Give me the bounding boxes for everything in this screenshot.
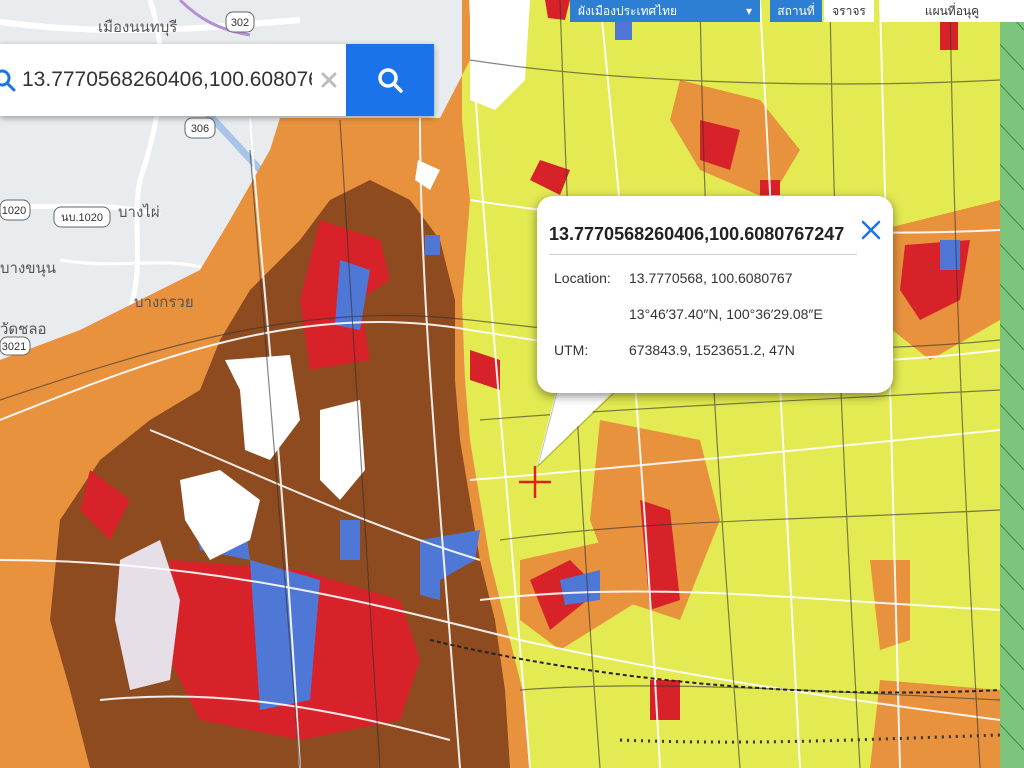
road-shield: 1020 [2, 205, 26, 217]
traffic-button[interactable]: จราจร [824, 0, 874, 22]
location-decimal-value: 13.7770568, 100.6080767 [629, 270, 793, 286]
place-label: เมืองนนทบุรี [98, 19, 177, 37]
caret-down-icon: ▾ [745, 4, 752, 18]
layer-select[interactable]: ผังเมืองประเทศไทย ▾ [570, 0, 760, 22]
location-popup: 13.7770568260406,100.6080767247 Location… [537, 196, 893, 393]
place-label: บางไผ่ [118, 203, 160, 221]
place-label: วัดชลอ [0, 321, 47, 338]
popup-divider [549, 254, 857, 255]
close-icon[interactable] [859, 218, 883, 242]
station-button[interactable]: สถานที่ [770, 0, 822, 22]
close-icon [321, 72, 337, 88]
search-input[interactable] [22, 60, 312, 100]
search-bar [0, 44, 434, 116]
map-view-button[interactable]: แผนที่อนุคู [880, 0, 1024, 22]
location-dms-value: 13°46′37.40″N, 100°36′29.08″E [629, 306, 823, 322]
layer-select-label: ผังเมืองประเทศไทย [578, 3, 678, 18]
road-shield: นบ.1020 [61, 212, 103, 224]
place-label: บางกรวย [134, 294, 194, 311]
road-shield: 302 [231, 17, 249, 29]
rural-green-zone [996, 0, 1024, 768]
popup-pointer [537, 388, 617, 468]
place-label: บางขนุน [0, 260, 56, 278]
utm-label: UTM: [554, 342, 589, 358]
clear-search-button[interactable] [312, 44, 346, 116]
road-shield: 3021 [2, 341, 26, 353]
location-label: Location: [554, 270, 611, 286]
search-icon [378, 68, 403, 93]
search-button[interactable] [346, 44, 434, 116]
search-icon [0, 69, 16, 92]
utm-value: 673843.9, 1523651.2, 47N [629, 342, 795, 358]
popup-title: 13.7770568260406,100.6080767247 [549, 224, 845, 244]
road-shield: 306 [191, 123, 209, 135]
